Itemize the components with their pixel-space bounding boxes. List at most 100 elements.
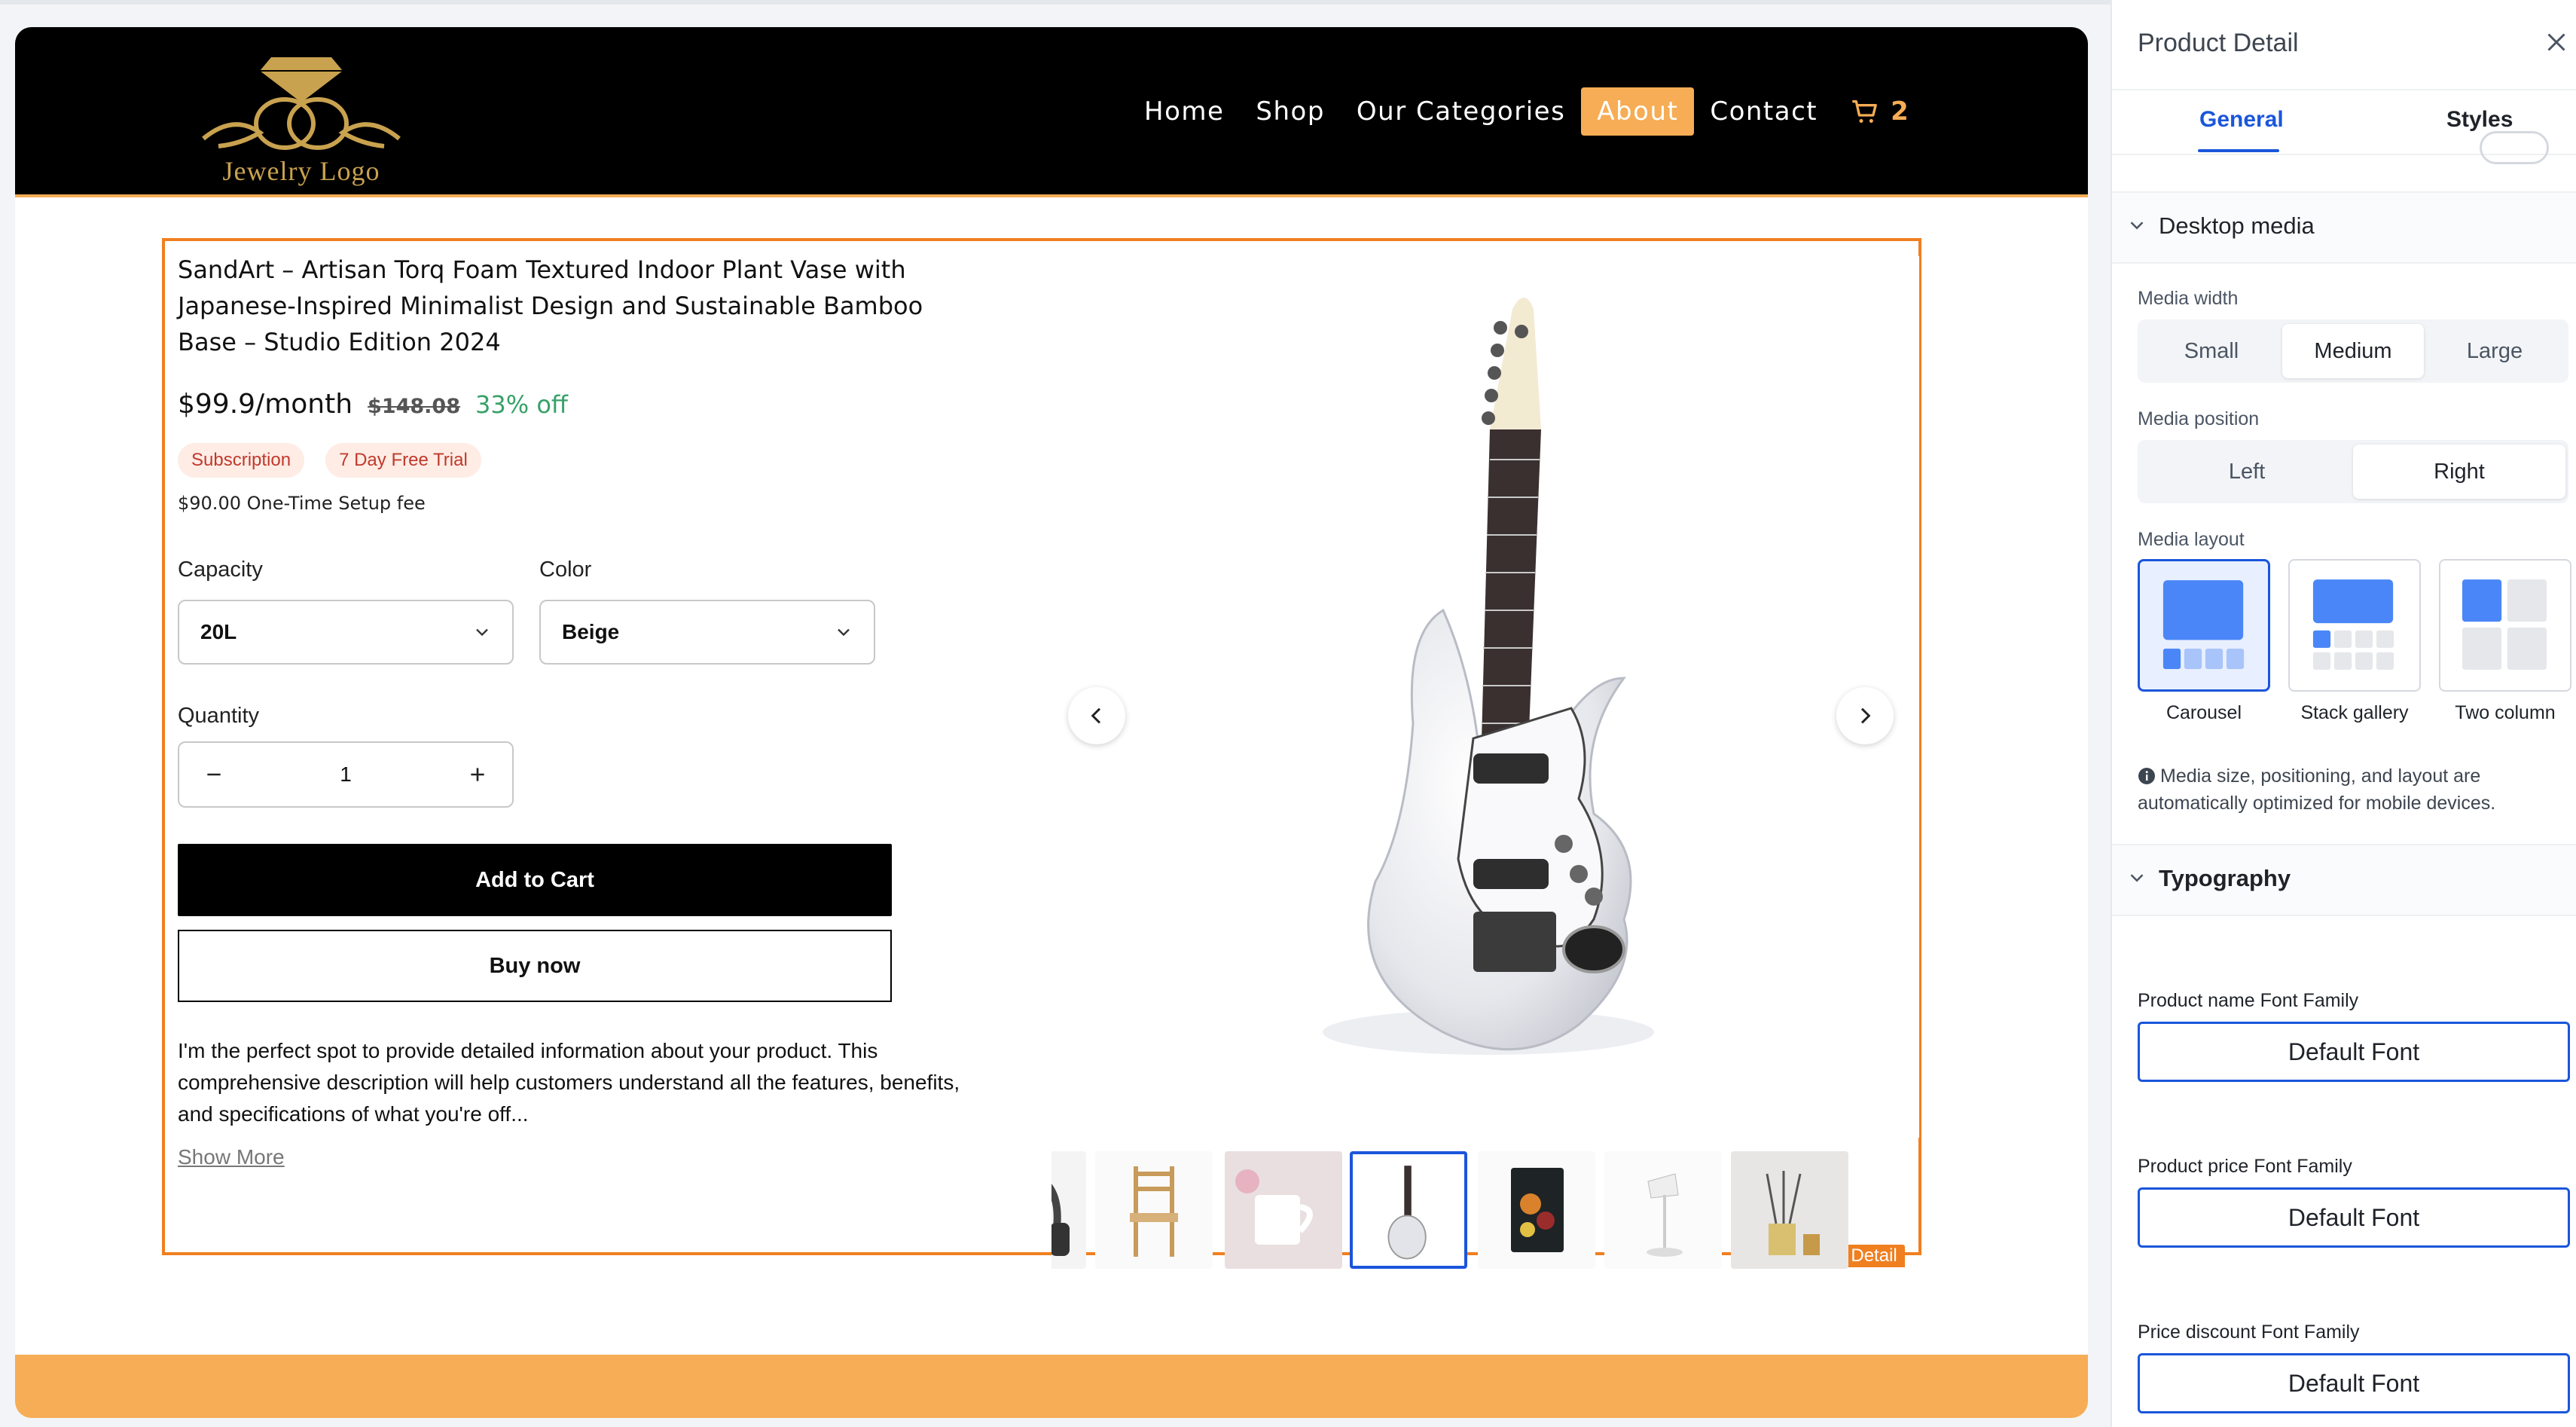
increment-button[interactable] xyxy=(464,761,491,788)
settings-panel: Product Detail General Styles Desktop me… xyxy=(2111,0,2576,1427)
panel-header: Product Detail xyxy=(2112,0,2576,90)
thumbnail-mug[interactable] xyxy=(1225,1151,1342,1269)
setup-fee: $90.00 One-Time Setup fee xyxy=(178,493,426,514)
tag-subscription: Subscription xyxy=(178,443,305,478)
thumbnail-lamp[interactable] xyxy=(1604,1151,1722,1269)
site-logo[interactable]: Jewelry Logo xyxy=(188,42,414,186)
price-row: $99.9/month $148.08 33% off xyxy=(178,389,568,420)
panel-title: Product Detail xyxy=(2138,29,2299,57)
quantity-value[interactable]: 1 xyxy=(340,762,352,787)
cart-icon xyxy=(1852,100,1877,123)
thumbnail-strip xyxy=(1051,1151,1895,1270)
show-more-link[interactable]: Show More xyxy=(178,1145,285,1169)
main-nav: Home Shop Our Categories About Contact 2 xyxy=(1128,84,1909,139)
layout-stack-gallery-caption: Stack gallery xyxy=(2300,702,2409,723)
thumbnail-chair[interactable] xyxy=(1095,1151,1213,1269)
nav-contact[interactable]: Contact xyxy=(1694,87,1833,136)
thumbnail-guitar[interactable] xyxy=(1350,1151,1467,1269)
product-title: SandArt – Artisan Torq Foam Textured Ind… xyxy=(178,255,923,356)
mug-icon xyxy=(1235,1169,1313,1245)
quantity-label: Quantity xyxy=(178,704,259,728)
close-button[interactable] xyxy=(2543,29,2570,56)
cart-button[interactable]: 2 xyxy=(1850,96,1909,127)
headphones-icon xyxy=(1051,1184,1070,1256)
color-label: Color xyxy=(539,558,592,582)
layout-stack-gallery-option[interactable] xyxy=(2288,559,2421,692)
chevron-down-icon xyxy=(2130,222,2144,230)
layout-two-column-caption: Two column xyxy=(2455,702,2556,723)
product-price-font-label: Product price Font Family xyxy=(2138,1156,2352,1177)
thumbnail-notebook[interactable] xyxy=(1478,1151,1595,1269)
chevron-left-icon xyxy=(1091,707,1101,724)
capacity-value: 20L xyxy=(200,620,237,643)
plus-icon xyxy=(471,768,484,781)
chevron-right-icon xyxy=(1860,707,1871,724)
carousel-prev-button[interactable] xyxy=(1068,687,1125,744)
minus-icon xyxy=(207,773,221,776)
note-text: Media size, positioning, and layout are … xyxy=(2138,765,2496,814)
guitar-thumb-icon xyxy=(1387,1166,1427,1260)
media-width-segmented: Small Medium Large xyxy=(2138,319,2568,383)
product-price: $99.9/month xyxy=(178,389,353,420)
active-tab-indicator xyxy=(2198,149,2279,152)
decrement-button[interactable] xyxy=(200,761,227,788)
carousel-next-button[interactable] xyxy=(1836,687,1894,744)
price-discount-font-label: Price discount Font Family xyxy=(2138,1322,2360,1343)
product-price-font-select[interactable]: Default Font xyxy=(2138,1187,2570,1248)
nav-home[interactable]: Home xyxy=(1128,87,1240,136)
chevron-down-icon xyxy=(2130,874,2144,882)
compare-price: $148.08 xyxy=(368,395,461,418)
typography-heading: Typography xyxy=(2159,865,2291,891)
color-select[interactable]: Beige xyxy=(539,600,875,665)
chevron-down-icon xyxy=(838,628,850,637)
toggle-switch[interactable] xyxy=(2480,131,2549,164)
nav-about[interactable]: About xyxy=(1581,87,1695,136)
media-width-label: Media width xyxy=(2138,288,2239,309)
cart-count: 2 xyxy=(1891,96,1909,127)
main-product-image xyxy=(1051,256,1919,1138)
site-header: Jewelry Logo Home Shop Our Categories Ab… xyxy=(15,27,2088,197)
product-name-font-select[interactable]: Default Font xyxy=(2138,1022,2570,1082)
notebook-icon xyxy=(1511,1168,1564,1252)
diffuser-icon xyxy=(1766,1171,1820,1255)
capacity-select[interactable]: 20L xyxy=(178,600,514,665)
layout-two-column-option[interactable] xyxy=(2439,559,2571,692)
buy-now-button[interactable]: Buy now xyxy=(178,930,892,1002)
desktop-media-section-header[interactable]: Desktop media xyxy=(2112,191,2576,264)
product-name-font-label: Product name Font Family xyxy=(2138,990,2359,1011)
media-width-medium[interactable]: Medium xyxy=(2282,324,2424,378)
product-tags: Subscription 7 Day Free Trial xyxy=(178,443,481,478)
logo-text: Jewelry Logo xyxy=(222,156,380,186)
tag-free-trial: 7 Day Free Trial xyxy=(325,443,481,478)
lamp-icon xyxy=(1647,1173,1683,1257)
guitar-image xyxy=(1323,298,1654,1055)
product-description: I'm the perfect spot to provide detailed… xyxy=(178,1039,960,1126)
price-discount-font-select[interactable]: Default Font xyxy=(2138,1353,2570,1413)
tab-styles[interactable]: Styles xyxy=(2446,107,2513,133)
add-to-cart-button[interactable]: Add to Cart xyxy=(178,844,892,916)
layout-carousel-option[interactable] xyxy=(2138,559,2270,692)
layout-carousel-caption: Carousel xyxy=(2165,702,2242,723)
mobile-optimization-note: Media size, positioning, and layout are … xyxy=(2138,762,2559,817)
thumbnail-diffuser[interactable] xyxy=(1731,1151,1848,1269)
info-icon xyxy=(2138,768,2155,784)
stack-gallery-layout-icon xyxy=(2312,579,2394,670)
typography-section-header[interactable]: Typography xyxy=(2112,844,2576,916)
capacity-label: Capacity xyxy=(178,558,263,582)
media-position-label: Media position xyxy=(2138,408,2260,429)
media-position-left[interactable]: Left xyxy=(2141,445,2353,499)
chair-icon xyxy=(1130,1166,1178,1257)
jewelry-logo-icon xyxy=(202,57,401,150)
media-layout-label: Media layout xyxy=(2138,529,2245,550)
media-position-right[interactable]: Right xyxy=(2353,445,2565,499)
tab-general[interactable]: General xyxy=(2199,107,2284,133)
carousel-layout-icon xyxy=(2162,580,2245,669)
nav-our-categories[interactable]: Our Categories xyxy=(1341,87,1581,136)
media-width-small[interactable]: Small xyxy=(2141,324,2282,378)
two-column-layout-icon xyxy=(2462,579,2547,670)
discount-label: 33% off xyxy=(475,390,568,419)
footer-bar xyxy=(15,1355,2088,1418)
media-width-large[interactable]: Large xyxy=(2424,324,2565,378)
nav-shop[interactable]: Shop xyxy=(1240,87,1341,136)
thumbnail-headphones[interactable] xyxy=(1051,1151,1086,1269)
